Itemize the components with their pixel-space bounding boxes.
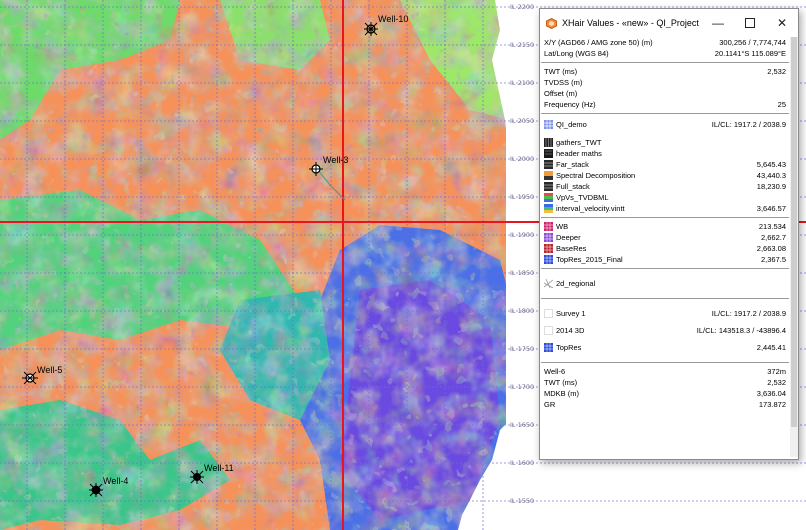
horizon-row[interactable]: TopRes 2,445.41	[541, 342, 789, 353]
coord-row: Lat/Long (WGS 84) 20.1141°S 115.089°E	[544, 49, 786, 58]
domain-row: Frequency (Hz) 25	[544, 100, 786, 109]
volume-row[interactable]: interval_velocity.vintt 3,646.57	[541, 203, 789, 214]
2d-lines-icon	[544, 279, 553, 288]
oil-gas-well-icon[interactable]	[89, 483, 103, 497]
horizon-blue-icon	[544, 343, 553, 352]
inline-label: IL 1800	[510, 307, 535, 315]
coord-row: X/Y (AGD66 / AMG zone 50) (m) 300,256 / 7…	[544, 38, 786, 47]
well-label[interactable]: Well-5	[37, 365, 62, 375]
well-row: GR 173.872	[544, 400, 786, 409]
volume-row[interactable]: header maths	[541, 148, 789, 159]
well-row: TWT (ms) 2,532	[544, 378, 786, 387]
domain-row: TWT (ms) 2,532	[544, 67, 786, 76]
well-label[interactable]: Well-10	[378, 14, 408, 24]
oil-well-icon[interactable]	[190, 470, 204, 484]
domain-row: TVDSS (m)	[544, 78, 583, 87]
survey-grid-icon	[544, 119, 553, 129]
inline-label: IL 2200	[510, 3, 535, 11]
xhair-values-window[interactable]: XHair Values - «new» - QI_Project ... — …	[539, 8, 799, 460]
well-label[interactable]: Well-3	[323, 155, 348, 165]
divider	[541, 113, 789, 114]
divider	[541, 298, 789, 299]
window-titlebar[interactable]: XHair Values - «new» - QI_Project ... — …	[540, 9, 798, 37]
vertical-scrollbar[interactable]	[790, 37, 798, 457]
volume-icon	[544, 149, 553, 158]
volume-row[interactable]: Far_stack 5,645.43	[541, 159, 789, 170]
app-icon	[546, 17, 557, 29]
well-label[interactable]: Well-4	[103, 476, 128, 486]
volume-row[interactable]: Spectral Decomposition 43,440.3	[541, 170, 789, 181]
horizon-red-icon	[544, 244, 553, 253]
survey-outline-icon	[544, 326, 553, 335]
maximize-icon[interactable]	[734, 9, 766, 37]
survey-row[interactable]: 2014 3D IL/CL: 143518.3 / -43896.4	[541, 325, 789, 336]
divider	[541, 62, 789, 63]
horizon-purple-icon	[544, 233, 553, 242]
window-title: XHair Values - «new» - QI_Project ...	[562, 18, 702, 28]
inline-label: IL 1950	[510, 193, 535, 201]
gathers-icon	[544, 138, 553, 147]
survey-row-qi-demo[interactable]: QI_demo IL/CL: 1917.2 / 2038.9	[541, 117, 789, 131]
well-label[interactable]: Well-11	[204, 463, 234, 473]
inline-label: IL 1550	[510, 497, 535, 505]
divider	[541, 268, 789, 269]
xhair-values-list[interactable]: X/Y (AGD66 / AMG zone 50) (m) 300,256 / 7…	[541, 37, 789, 457]
inline-label: IL 1750	[510, 345, 535, 353]
horizon-magenta-icon	[544, 222, 553, 231]
volume-row[interactable]: Full_stack 18,230.9	[541, 181, 789, 192]
survey-outline-icon	[544, 309, 553, 318]
inline-label: IL 2150	[510, 41, 535, 49]
inline-label: IL 2050	[510, 117, 535, 125]
inline-label: IL 1650	[510, 421, 535, 429]
horizon-row[interactable]: TopRes_2015_Final 2,367.5	[541, 254, 789, 265]
divider	[541, 362, 789, 363]
inline-label: IL 1900	[510, 231, 535, 239]
horizon-blue-icon	[544, 255, 553, 264]
horizon-row[interactable]: WB 213.534	[541, 221, 789, 232]
volume-row[interactable]: VpVs_TVDBML	[541, 192, 789, 203]
velocity-volume-icon	[544, 204, 553, 213]
gas-well-icon[interactable]	[364, 22, 378, 36]
spectral-volume-icon	[544, 171, 553, 180]
minimize-icon[interactable]: —	[702, 9, 734, 37]
inline-label: IL 1850	[510, 269, 535, 277]
inline-label: IL 2100	[510, 79, 535, 87]
well-row: MDKB (m) 3,636.04	[544, 389, 786, 398]
close-icon[interactable]: ✕	[766, 9, 798, 37]
seismic-volume-icon	[544, 182, 553, 191]
well-row: Well-6 372m	[544, 367, 786, 376]
seismic-volume-icon	[544, 160, 553, 169]
survey-row[interactable]: Survey 1 IL/CL: 1917.2 / 2038.9	[541, 308, 789, 319]
regional-row[interactable]: 2d_regional	[541, 278, 789, 289]
scrollbar-thumb[interactable]	[791, 37, 797, 427]
inline-label: IL 2000	[510, 155, 535, 163]
horizon-row[interactable]: Deeper 2,662.7	[541, 232, 789, 243]
domain-row: Offset (m)	[544, 89, 578, 98]
volume-row[interactable]: gathers_TWT	[541, 137, 789, 148]
divider	[541, 217, 789, 218]
inline-label: IL 1600	[510, 459, 535, 467]
inline-label: IL 1700	[510, 383, 535, 391]
horizon-row[interactable]: BaseRes 2,663.08	[541, 243, 789, 254]
color-volume-icon	[544, 193, 553, 202]
